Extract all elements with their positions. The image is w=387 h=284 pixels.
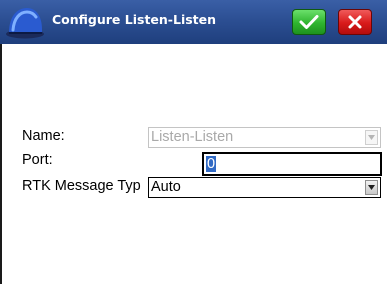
window-left-border <box>0 44 2 284</box>
window-title: Configure Listen-Listen <box>52 12 217 27</box>
port-input-value: 0 <box>206 156 217 172</box>
name-label: Name: <box>22 128 65 144</box>
port-input[interactable]: 0 <box>202 152 382 176</box>
rtk-dropdown-arrow-icon[interactable] <box>365 180 378 195</box>
title-bar: Configure Listen-Listen <box>0 0 387 44</box>
name-select: Listen-Listen <box>148 127 381 148</box>
ok-button[interactable] <box>292 9 326 35</box>
cancel-button[interactable] <box>338 9 372 35</box>
name-select-value: Listen-Listen <box>151 129 234 145</box>
port-label: Port: <box>22 152 53 168</box>
rtk-message-type-label: RTK Message Typ <box>22 178 141 194</box>
configure-listen-window: Configure Listen-Listen Name: Listen-Lis… <box>0 0 387 284</box>
name-dropdown-arrow-icon <box>365 130 378 145</box>
rtk-message-type-select[interactable]: Auto <box>148 177 381 198</box>
checkmark-icon <box>299 15 319 29</box>
helmet-icon <box>4 3 46 39</box>
close-icon <box>348 15 362 29</box>
rtk-message-type-value: Auto <box>151 179 181 195</box>
